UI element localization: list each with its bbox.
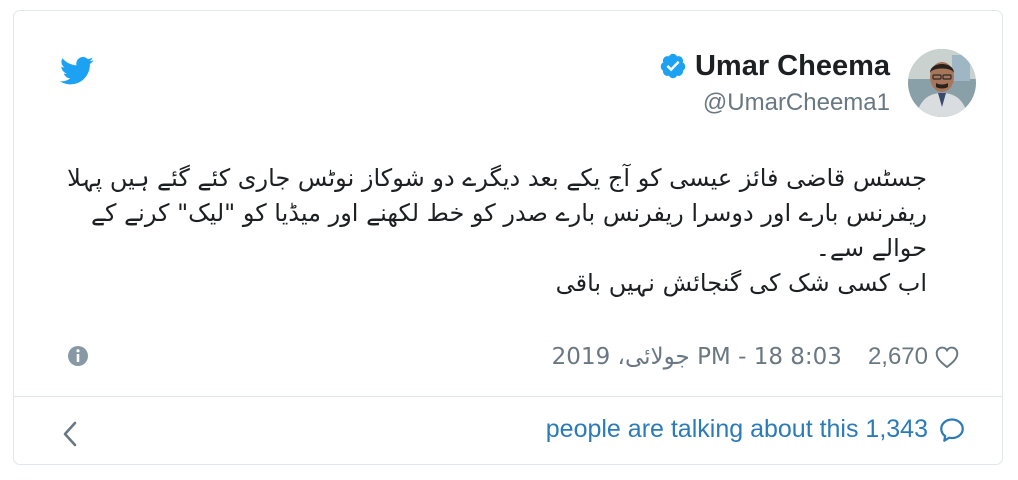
tweet-paragraph-2: اب کسی شک کی گنجائش نہیں باقی xyxy=(555,269,927,297)
twitter-bird-icon[interactable] xyxy=(60,56,94,86)
tweet-text: جسٹس قاضی فائز عیسی کو آج یکے بعد دیگرے … xyxy=(57,161,927,301)
tweet-meta-row: 8:03 PM - 18 جولائی، 2019 2,670 xyxy=(552,343,960,371)
speech-bubble-icon[interactable] xyxy=(938,416,966,444)
name-row: Umar Cheema xyxy=(659,49,890,83)
author-block[interactable]: Umar Cheema @UmarCheema1 xyxy=(659,49,976,117)
avatar-photo xyxy=(908,49,976,117)
people-talking-text[interactable]: people are talking about this 1,343 xyxy=(546,415,928,444)
chevron-left-icon[interactable] xyxy=(59,419,81,449)
avatar[interactable] xyxy=(908,49,976,117)
footer-divider xyxy=(14,396,1002,397)
author-handle[interactable]: @UmarCheema1 xyxy=(659,89,890,117)
tweet-card: Umar Cheema @UmarCheema1 جسٹس قاضی فائز … xyxy=(13,10,1003,465)
tweet-paragraph-1: جسٹس قاضی فائز عیسی کو آج یکے بعد دیگرے … xyxy=(67,164,927,262)
verified-badge-icon xyxy=(660,53,686,79)
author-names: Umar Cheema @UmarCheema1 xyxy=(659,49,890,117)
heart-icon[interactable] xyxy=(934,344,960,370)
like-count[interactable]: 2,670 xyxy=(868,343,928,371)
tweet-timestamp[interactable]: 8:03 PM - 18 جولائی، 2019 xyxy=(552,344,842,370)
author-display-name[interactable]: Umar Cheema xyxy=(695,49,890,83)
info-icon[interactable] xyxy=(66,344,90,368)
people-talking-link[interactable]: people are talking about this 1,343 xyxy=(546,415,966,444)
